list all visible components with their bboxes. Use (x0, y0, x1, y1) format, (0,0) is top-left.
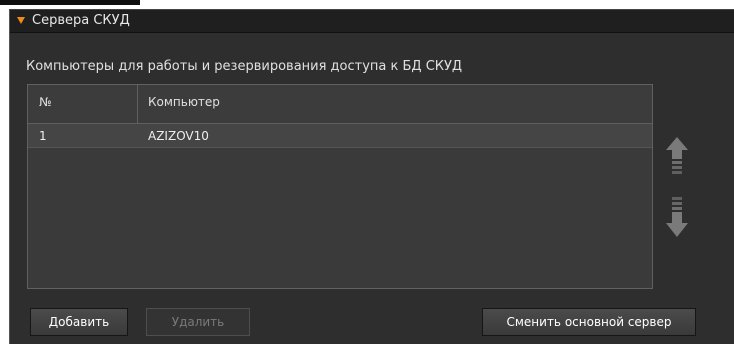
top-strip (0, 0, 734, 9)
column-header-computer[interactable]: Компьютер (138, 85, 652, 124)
delete-button[interactable]: Удалить (146, 308, 250, 336)
move-up-icon[interactable] (666, 137, 688, 177)
panel-header[interactable]: Сервера СКУД (10, 10, 734, 33)
top-strip-mark (0, 0, 140, 5)
panel-title: Сервера СКУД (32, 13, 130, 28)
change-main-server-button[interactable]: Сменить основной сервер (482, 308, 696, 336)
group-label: Компьютеры для работы и резервирования д… (26, 59, 463, 74)
cell-computer: AZIZOV10 (148, 129, 209, 143)
column-header-number[interactable]: № (28, 85, 138, 124)
move-down-icon[interactable] (666, 197, 688, 237)
collapse-triangle-icon[interactable] (17, 17, 25, 24)
table-header: № Компьютер (28, 85, 652, 124)
table-row[interactable]: 1 AZIZOV10 (28, 124, 652, 148)
computers-table: № Компьютер 1 AZIZOV10 (27, 84, 653, 289)
add-button[interactable]: Добавить (30, 308, 128, 336)
servers-panel: Сервера СКУД Компьютеры для работы и рез… (9, 9, 734, 344)
cell-number: 1 (39, 129, 47, 143)
